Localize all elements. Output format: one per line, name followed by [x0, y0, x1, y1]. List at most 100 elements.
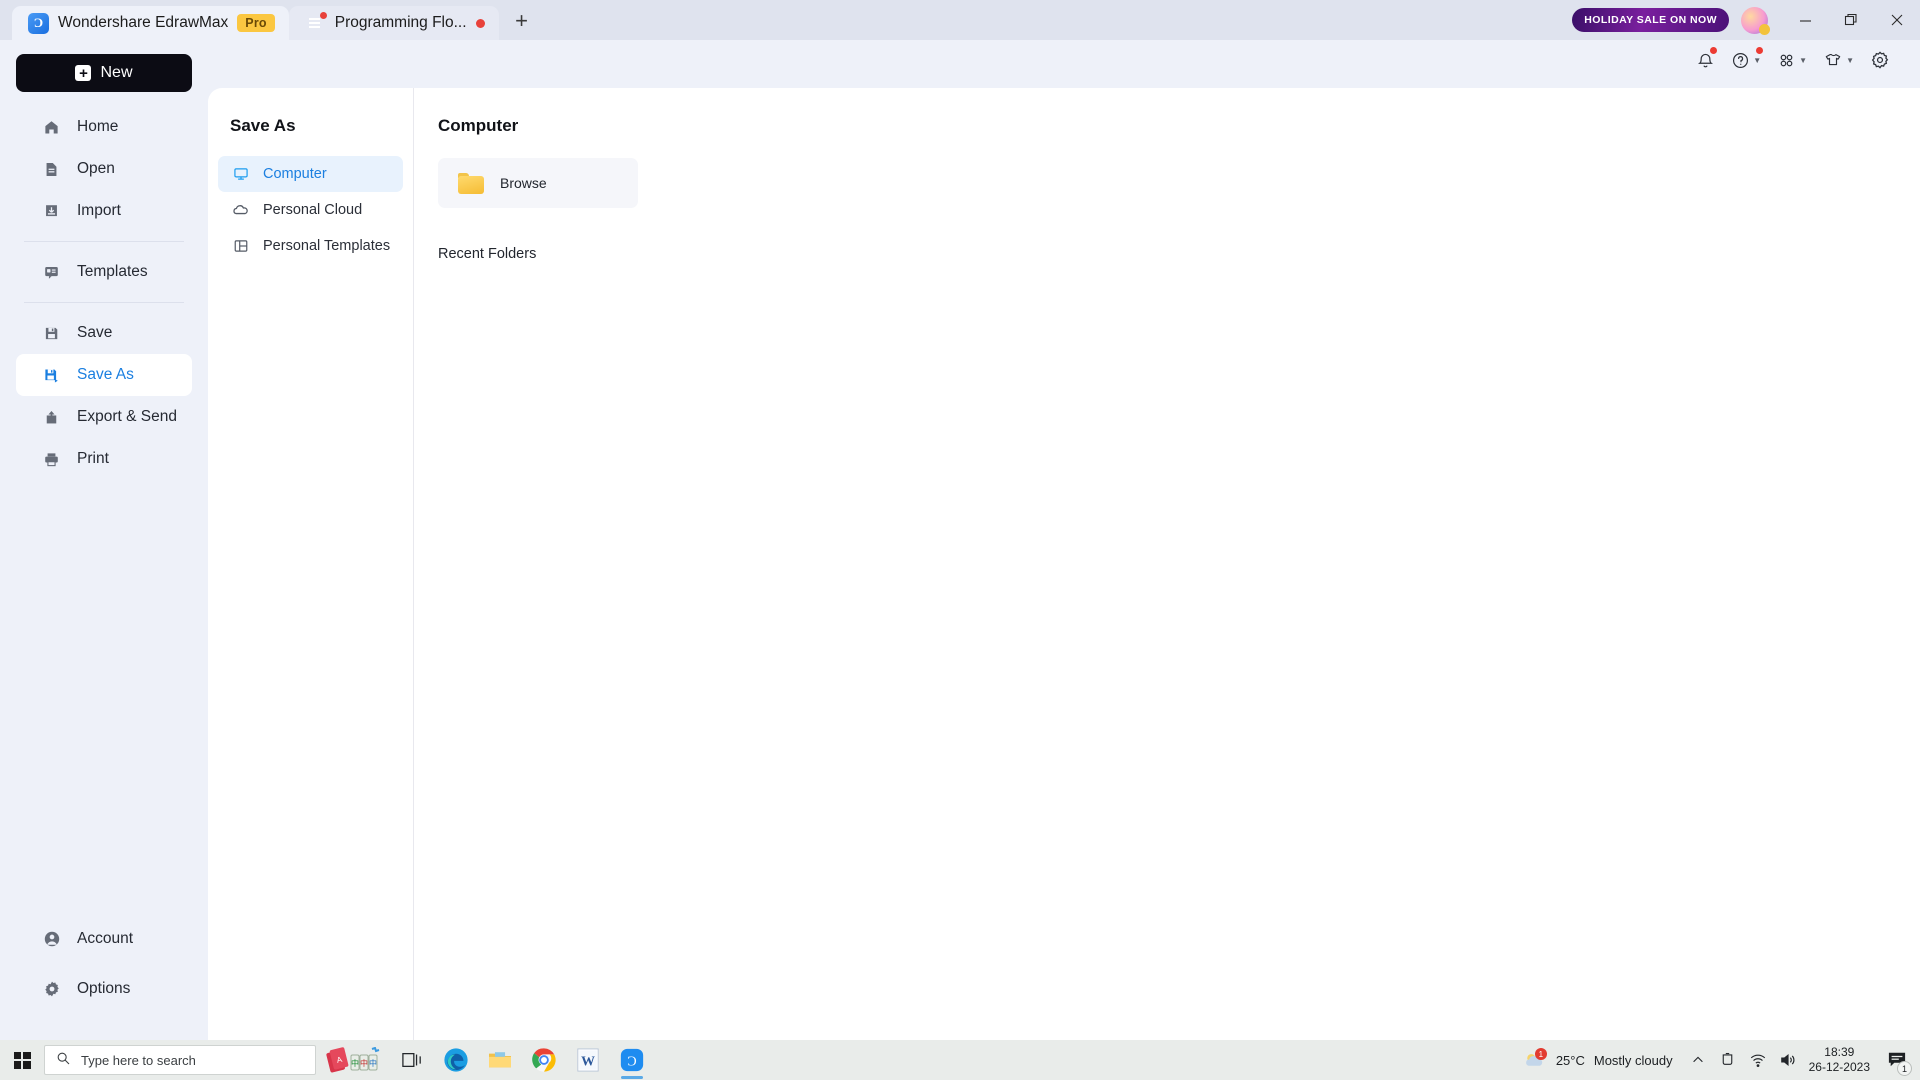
save-icon	[42, 324, 61, 343]
chevron-down-icon: ▼	[1846, 55, 1854, 65]
tab-programming-flowchart[interactable]: Programming Flo...	[288, 6, 499, 40]
tab-title: Programming Flo...	[334, 14, 467, 31]
options-gear-icon	[42, 980, 61, 999]
microsoft-word-icon[interactable]: W	[566, 1040, 610, 1080]
search-placeholder: Type here to search	[81, 1052, 196, 1068]
sidebar-nav: Home Open Import Templates Save Save As …	[0, 106, 208, 480]
cloud-icon	[232, 202, 249, 219]
export-icon	[42, 408, 61, 427]
layout-icon	[232, 238, 249, 255]
sidebar-item-import[interactable]: Import	[16, 190, 192, 232]
destination-label: Personal Cloud	[263, 202, 363, 218]
edraw-logo-icon: Ɔ	[28, 12, 49, 34]
show-hidden-icons-chevron[interactable]	[1683, 1040, 1713, 1080]
print-icon	[42, 450, 61, 469]
sidebar-item-home[interactable]: Home	[16, 106, 192, 148]
theme-shirt-icon[interactable]: ▼	[1815, 40, 1862, 80]
svg-text:中: 中	[360, 1058, 368, 1068]
sidebar-item-save-as[interactable]: Save As	[16, 354, 192, 396]
help-icon[interactable]: ▼	[1723, 40, 1769, 80]
search-input[interactable]: Type here to search	[44, 1045, 316, 1075]
tab-wondershare-edrawmax[interactable]: Ɔ Wondershare EdrawMax Pro	[12, 6, 289, 40]
browse-button[interactable]: Browse	[438, 158, 638, 208]
mahjong-game-icon[interactable]: A 中 中 中	[316, 1040, 390, 1080]
destination-personal-templates[interactable]: Personal Templates	[218, 228, 403, 264]
onedrive-icon[interactable]	[1713, 1040, 1743, 1080]
chevron-down-icon: ▼	[1799, 55, 1808, 65]
browse-label: Browse	[500, 175, 547, 191]
new-tab-button[interactable]: +	[505, 4, 539, 38]
weather-widget[interactable]: 1 25°C Mostly cloudy	[1513, 1048, 1683, 1070]
notification-count-badge: 1	[1897, 1061, 1912, 1076]
document-icon	[305, 10, 328, 34]
minimize-button[interactable]	[1782, 0, 1828, 40]
search-icon	[56, 1051, 71, 1069]
import-icon	[42, 202, 61, 221]
settings-gear-icon[interactable]	[1862, 40, 1898, 80]
task-view-icon[interactable]	[390, 1040, 434, 1080]
chevron-down-icon: ▼	[1753, 55, 1762, 65]
pane-title: Save As	[230, 116, 296, 135]
windows-start-icon[interactable]	[0, 1040, 44, 1080]
plus-icon: +	[75, 65, 92, 81]
content-panel: Save As Computer Personal Cloud Personal…	[208, 88, 1920, 1040]
svg-text:W: W	[581, 1054, 595, 1069]
new-button-label: New	[100, 64, 133, 81]
close-button[interactable]	[1874, 0, 1920, 40]
holiday-sale-badge[interactable]: HOLIDAY SALE ON NOW	[1572, 8, 1729, 32]
sidebar-item-label: Export & Send	[77, 408, 177, 425]
folder-open-icon	[42, 160, 61, 179]
divider	[24, 241, 184, 242]
sidebar-item-label: Home	[77, 118, 119, 135]
destination-label: Personal Templates	[263, 238, 391, 254]
sidebar-item-label: Account	[77, 930, 134, 947]
sidebar-item-options[interactable]: Options	[16, 968, 192, 1010]
sidebar-item-print[interactable]: Print	[16, 438, 192, 480]
destination-computer[interactable]: Computer	[218, 156, 403, 192]
google-chrome-icon[interactable]	[522, 1040, 566, 1080]
volume-icon[interactable]	[1773, 1040, 1803, 1080]
sidebar-item-export-send[interactable]: Export & Send	[16, 396, 192, 438]
user-avatar[interactable]	[1741, 6, 1770, 35]
unsaved-indicator-dot	[475, 18, 485, 28]
notification-bell-icon[interactable]	[1688, 40, 1723, 80]
title-bar: Ɔ Wondershare EdrawMax Pro Programming F…	[0, 0, 1920, 40]
clock-time: 18:39	[1824, 1045, 1855, 1059]
sidebar-item-open[interactable]: Open	[16, 148, 192, 190]
left-sidebar: + New Home Open Import Templates Save Sa…	[0, 40, 208, 1040]
save-as-destinations-pane: Save As Computer Personal Cloud Personal…	[208, 88, 413, 1040]
svg-text:中: 中	[351, 1058, 359, 1068]
sidebar-item-label: Options	[77, 980, 131, 997]
weather-cloud-icon: 1	[1523, 1048, 1547, 1070]
sidebar-item-templates[interactable]: Templates	[16, 251, 192, 293]
weather-alert-badge: 1	[1534, 1048, 1547, 1060]
edrawmax-icon[interactable]: Ɔ	[610, 1040, 654, 1080]
home-icon	[42, 118, 61, 137]
sidebar-item-label: Templates	[77, 263, 148, 280]
window-controls-group: HOLIDAY SALE ON NOW	[1572, 0, 1920, 40]
microsoft-edge-icon[interactable]	[434, 1040, 478, 1080]
destination-personal-cloud[interactable]: Personal Cloud	[218, 192, 403, 228]
sidebar-item-label: Save As	[77, 366, 134, 383]
svg-text:中: 中	[369, 1058, 377, 1068]
sidebar-item-save[interactable]: Save	[16, 312, 192, 354]
notification-center-icon[interactable]: 1	[1880, 1040, 1914, 1080]
clock-date: 26-12-2023	[1808, 1060, 1870, 1074]
pro-badge: Pro	[237, 14, 275, 32]
save-as-icon	[42, 366, 61, 385]
destination-list: Computer Personal Cloud Personal Templat…	[208, 156, 413, 264]
templates-icon	[42, 263, 61, 282]
top-toolbar: ▼ ▼ ▼	[1688, 40, 1920, 80]
apps-grid-icon[interactable]: ▼	[1769, 40, 1815, 80]
sidebar-item-account[interactable]: Account	[16, 918, 192, 960]
restore-button[interactable]	[1828, 0, 1874, 40]
windows-taskbar: Type here to search A 中 中 中 W Ɔ 1 25°C M…	[0, 1040, 1920, 1080]
wifi-icon[interactable]	[1743, 1040, 1773, 1080]
sidebar-item-label: Print	[77, 450, 109, 467]
sidebar-item-label: Open	[77, 160, 115, 177]
sidebar-bottom-nav: Account Options	[0, 918, 208, 1010]
new-button[interactable]: + New	[16, 54, 192, 92]
file-explorer-icon[interactable]	[478, 1040, 522, 1080]
sidebar-item-label: Save	[77, 324, 113, 341]
taskbar-clock[interactable]: 18:39 26-12-2023	[1803, 1045, 1880, 1075]
